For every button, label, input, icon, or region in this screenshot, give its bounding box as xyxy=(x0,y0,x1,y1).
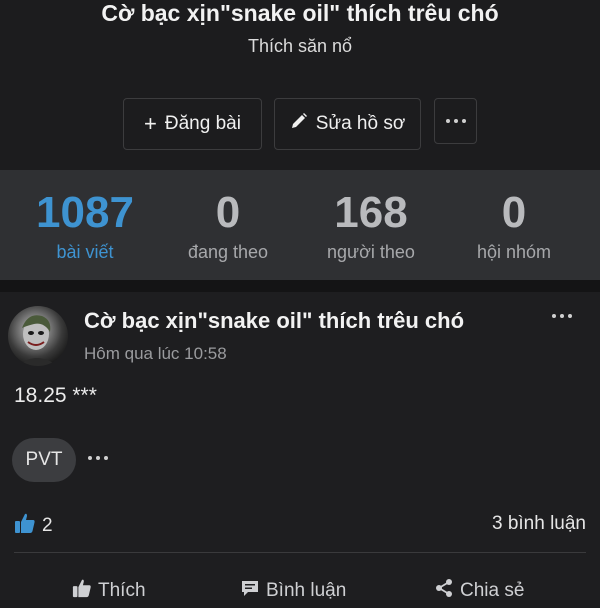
section-divider xyxy=(0,280,600,292)
stat-following[interactable]: 0 đang theo xyxy=(153,170,303,280)
post-text: 18.25 *** xyxy=(14,384,97,407)
comment-icon xyxy=(240,578,260,604)
plus-icon: + xyxy=(144,111,157,136)
stat-posts-value: 1087 xyxy=(36,188,134,237)
tag-chip[interactable]: PVT xyxy=(12,438,76,482)
post-menu-button[interactable] xyxy=(552,306,582,326)
stat-posts-label: bài viết xyxy=(56,242,114,262)
avatar[interactable] xyxy=(8,306,68,366)
stat-groups[interactable]: 0 hội nhóm xyxy=(439,170,589,280)
create-post-label: Đăng bài xyxy=(164,113,241,134)
action-row: Thích Bình luận Chia sẻ xyxy=(0,578,600,608)
stat-following-value: 0 xyxy=(215,188,241,237)
profile-subtitle: Thích săn nổ xyxy=(247,36,353,56)
comment-button-label: Bình luận xyxy=(266,580,347,601)
stat-groups-value: 0 xyxy=(501,188,527,237)
thumbs-up-icon xyxy=(72,578,92,604)
stat-followers[interactable]: 168 người theo xyxy=(296,170,446,280)
like-button-label: Thích xyxy=(98,580,146,601)
share-button[interactable]: Chia sẻ xyxy=(434,578,524,604)
stat-followers-value: 168 xyxy=(334,188,408,237)
stat-groups-label: hội nhóm xyxy=(476,242,552,262)
stat-following-label: đang theo xyxy=(187,242,269,262)
post-time: Hôm qua lúc 10:58 xyxy=(84,344,227,363)
action-divider xyxy=(14,552,586,553)
create-post-button[interactable]: + Đăng bài xyxy=(123,98,262,150)
more-icon xyxy=(445,119,466,123)
thumbs-up-icon xyxy=(14,512,36,540)
pencil-icon xyxy=(290,112,308,136)
stat-followers-label: người theo xyxy=(327,242,415,262)
like-button[interactable]: Thích xyxy=(72,578,146,604)
comment-button[interactable]: Bình luận xyxy=(240,578,346,604)
share-button-label: Chia sẻ xyxy=(460,580,525,601)
edit-profile-button[interactable]: Sửa hồ sơ xyxy=(274,98,421,150)
stat-posts[interactable]: 1087 bài viết xyxy=(10,170,160,280)
stats-bar: 1087 bài viết 0 đang theo 168 người theo… xyxy=(0,170,600,280)
profile-name: Cờ bạc xịn"snake oil" thích trêu chó xyxy=(101,0,499,26)
post-card: Cờ bạc xịn"snake oil" thích trêu chó Hôm… xyxy=(0,292,600,601)
post-author[interactable]: Cờ bạc xịn"snake oil" thích trêu chó xyxy=(84,308,464,334)
more-icon xyxy=(88,450,114,460)
like-count[interactable]: 2 xyxy=(14,512,53,540)
comment-count[interactable]: 3 bình luận xyxy=(492,513,586,535)
tag-more-button[interactable] xyxy=(88,450,114,466)
share-icon xyxy=(434,578,454,604)
more-options-button[interactable] xyxy=(434,98,477,144)
like-count-value: 2 xyxy=(42,515,53,536)
more-icon xyxy=(552,306,582,318)
profile-header: Cờ bạc xịn"snake oil" thích trêu chó Thí… xyxy=(0,0,600,170)
edit-profile-label: Sửa hồ sơ xyxy=(315,113,406,134)
